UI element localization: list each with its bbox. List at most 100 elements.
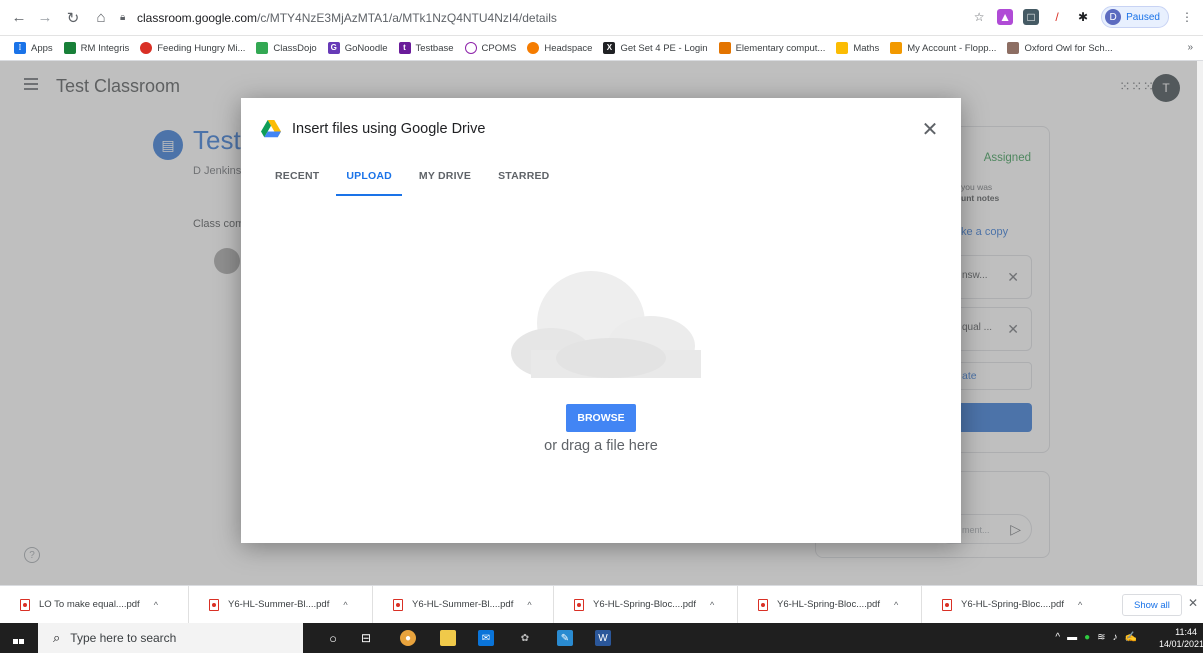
bookmark-label: GoNoodle bbox=[344, 42, 388, 54]
battery-icon[interactable]: ▬ bbox=[1067, 632, 1077, 643]
bookmark-oxford-owl[interactable]: Oxford Owl for Sch... bbox=[1007, 42, 1113, 54]
pdf-file-icon bbox=[574, 598, 584, 611]
bookmark-rm-integris[interactable]: RM Integris bbox=[63, 42, 130, 54]
star-icon[interactable]: ☆ bbox=[971, 9, 987, 25]
tab-upload[interactable]: UPLOAD bbox=[336, 162, 402, 196]
puzzle-icon[interactable]: ✱ bbox=[1075, 9, 1091, 25]
wifi-icon[interactable]: ≋ bbox=[1097, 632, 1105, 643]
windows-start-icon[interactable] bbox=[13, 632, 25, 644]
bookmark-testbase[interactable]: t Testbase bbox=[398, 42, 454, 54]
notes-app-icon[interactable]: ✎ bbox=[557, 630, 573, 646]
drag-drop-hint: or drag a file here bbox=[544, 438, 658, 454]
bookmark-label: Oxford Owl for Sch... bbox=[1024, 42, 1113, 54]
dialog-title: Insert files using Google Drive bbox=[292, 121, 486, 137]
lock-icon: 🔒︎ bbox=[120, 11, 126, 23]
page-scrollbar[interactable] bbox=[1197, 61, 1203, 585]
bookmark-cpoms[interactable]: CPOMS bbox=[464, 42, 517, 54]
chevron-up-icon[interactable]: ^ bbox=[154, 600, 158, 610]
pen-icon[interactable]: ✍ bbox=[1125, 632, 1137, 643]
download-item[interactable]: Y6-HL-Spring-Bloc....pdf ^ bbox=[738, 585, 922, 624]
classdojo-icon bbox=[256, 42, 269, 54]
browse-button[interactable]: BROWSE bbox=[566, 404, 636, 432]
bookmark-label: ClassDojo bbox=[273, 42, 317, 54]
tab-my-drive[interactable]: MY DRIVE bbox=[409, 162, 481, 196]
chevron-up-icon[interactable]: ^ bbox=[527, 600, 531, 610]
url-host: classroom.google.com bbox=[137, 10, 258, 25]
bookmark-label: Maths bbox=[853, 42, 880, 54]
chevron-up-icon[interactable]: ^ bbox=[894, 600, 898, 610]
download-item[interactable]: Y6-HL-Summer-Bl....pdf ^ bbox=[189, 585, 373, 624]
menu-kebab-icon[interactable]: ⋮ bbox=[1179, 9, 1195, 25]
chevron-up-icon[interactable]: ^ bbox=[1055, 632, 1060, 643]
clock[interactable]: 11:44 14/01/2021 bbox=[1159, 626, 1203, 650]
task-view-icon[interactable]: ⊟ bbox=[358, 630, 374, 646]
pdf-file-icon bbox=[209, 598, 219, 611]
word-icon[interactable]: W bbox=[595, 630, 611, 646]
clock-time: 11:44 bbox=[1175, 627, 1197, 637]
show-all-button[interactable]: Show all bbox=[1122, 594, 1182, 616]
bookmark-classdojo[interactable]: ClassDojo bbox=[256, 42, 317, 54]
drive-picker-dialog: Insert files using Google Drive ✕ RECENT… bbox=[241, 98, 961, 543]
bookmark-headspace[interactable]: Headspace bbox=[527, 42, 592, 54]
bookmark-label: Feeding Hungry Mi... bbox=[157, 42, 246, 54]
download-item[interactable]: Y6-HL-Summer-Bl....pdf ^ bbox=[373, 585, 554, 624]
bookmark-floppy[interactable]: My Account - Flopp... bbox=[890, 42, 996, 54]
mail-icon[interactable]: ✉ bbox=[478, 630, 494, 646]
windows-taskbar: ⌕ Type here to search ○ ⊟ ● ✉ ✿ ✎ W ^ ▬ ●… bbox=[0, 623, 1203, 653]
close-icon[interactable]: ✕ bbox=[919, 118, 941, 141]
settings-app-icon[interactable]: ✿ bbox=[517, 630, 533, 646]
taskbar-search[interactable]: ⌕ Type here to search bbox=[38, 623, 303, 653]
back-arrow-icon[interactable]: ← bbox=[8, 7, 30, 29]
chrome-icon[interactable]: ● bbox=[400, 630, 416, 646]
close-icon[interactable]: ✕ bbox=[1188, 596, 1198, 610]
forward-arrow-icon[interactable]: → bbox=[34, 7, 56, 29]
bookmark-label: Apps bbox=[31, 42, 53, 54]
bookmark-label: CPOMS bbox=[481, 42, 517, 54]
home-icon[interactable]: ⌂ bbox=[90, 7, 112, 29]
pen-extension-icon[interactable]: / bbox=[1049, 9, 1065, 25]
cpoms-icon bbox=[464, 42, 477, 54]
volume-icon[interactable]: ♪ bbox=[1113, 632, 1118, 643]
bookmark-apps[interactable]: ⁞ Apps bbox=[14, 42, 53, 54]
downloads-bar: LO To make equal....pdf ^ Y6-HL-Summer-Bl… bbox=[0, 585, 1203, 624]
rm-integris-icon bbox=[63, 42, 76, 54]
google-drive-icon bbox=[261, 120, 281, 138]
chevron-up-icon[interactable]: ^ bbox=[1078, 600, 1082, 610]
url-field[interactable]: 🔒︎ classroom.google.com /c/MTY4NzE3MjAzM… bbox=[120, 5, 557, 31]
download-item[interactable]: LO To make equal....pdf ^ bbox=[0, 585, 189, 624]
feeding-hungry-icon bbox=[140, 42, 153, 54]
dialog-header: Insert files using Google Drive bbox=[261, 118, 485, 140]
bookmark-elementary[interactable]: Elementary comput... bbox=[718, 42, 825, 54]
headspace-icon bbox=[527, 42, 540, 54]
profile-avatar: D bbox=[1105, 9, 1122, 25]
pdf-file-icon bbox=[942, 598, 952, 611]
reload-icon[interactable]: ↻ bbox=[62, 7, 84, 29]
apps-grid-icon: ⁞ bbox=[14, 42, 26, 54]
chevron-up-icon[interactable]: ^ bbox=[710, 600, 714, 610]
bookmark-getset4pe[interactable]: X Get Set 4 PE - Login bbox=[603, 42, 708, 54]
security-icon[interactable]: ● bbox=[1084, 632, 1090, 643]
pdf-file-icon bbox=[393, 598, 403, 611]
bookmark-label: Get Set 4 PE - Login bbox=[620, 42, 708, 54]
bookmark-gonoodle[interactable]: G GoNoodle bbox=[327, 42, 388, 54]
chevron-up-icon[interactable]: ^ bbox=[343, 600, 347, 610]
extension-square-icon[interactable]: □ bbox=[1023, 9, 1040, 25]
testbase-icon: t bbox=[398, 42, 411, 54]
bookmarks-overflow-icon[interactable]: » bbox=[1187, 42, 1193, 53]
download-filename: Y6-HL-Spring-Bloc....pdf bbox=[961, 599, 1064, 610]
file-explorer-icon[interactable] bbox=[440, 630, 456, 646]
download-item[interactable]: Y6-HL-Spring-Bloc....pdf ^ bbox=[922, 586, 1106, 624]
address-bar: ← → ↻ ⌂ 🔒︎ classroom.google.com /c/MTY4N… bbox=[0, 0, 1203, 36]
tab-recent[interactable]: RECENT bbox=[265, 162, 329, 196]
profile-button[interactable]: D Paused bbox=[1101, 6, 1169, 28]
bookmark-feeding-hungry[interactable]: Feeding Hungry Mi... bbox=[140, 42, 245, 54]
system-tray: ^ ▬ ● ≋ ♪ ✍ bbox=[1055, 632, 1137, 643]
tab-starred[interactable]: STARRED bbox=[488, 162, 559, 196]
clock-date: 14/01/2021 bbox=[1159, 639, 1203, 649]
download-item[interactable]: Y6-HL-Spring-Bloc....pdf ^ bbox=[554, 585, 738, 624]
bookmark-label: RM Integris bbox=[80, 42, 130, 54]
cortana-icon[interactable]: ○ bbox=[325, 630, 341, 646]
extension-icon[interactable]: ▲ bbox=[997, 9, 1014, 25]
bookmark-label: Testbase bbox=[415, 42, 454, 54]
bookmark-maths[interactable]: Maths bbox=[836, 42, 879, 54]
